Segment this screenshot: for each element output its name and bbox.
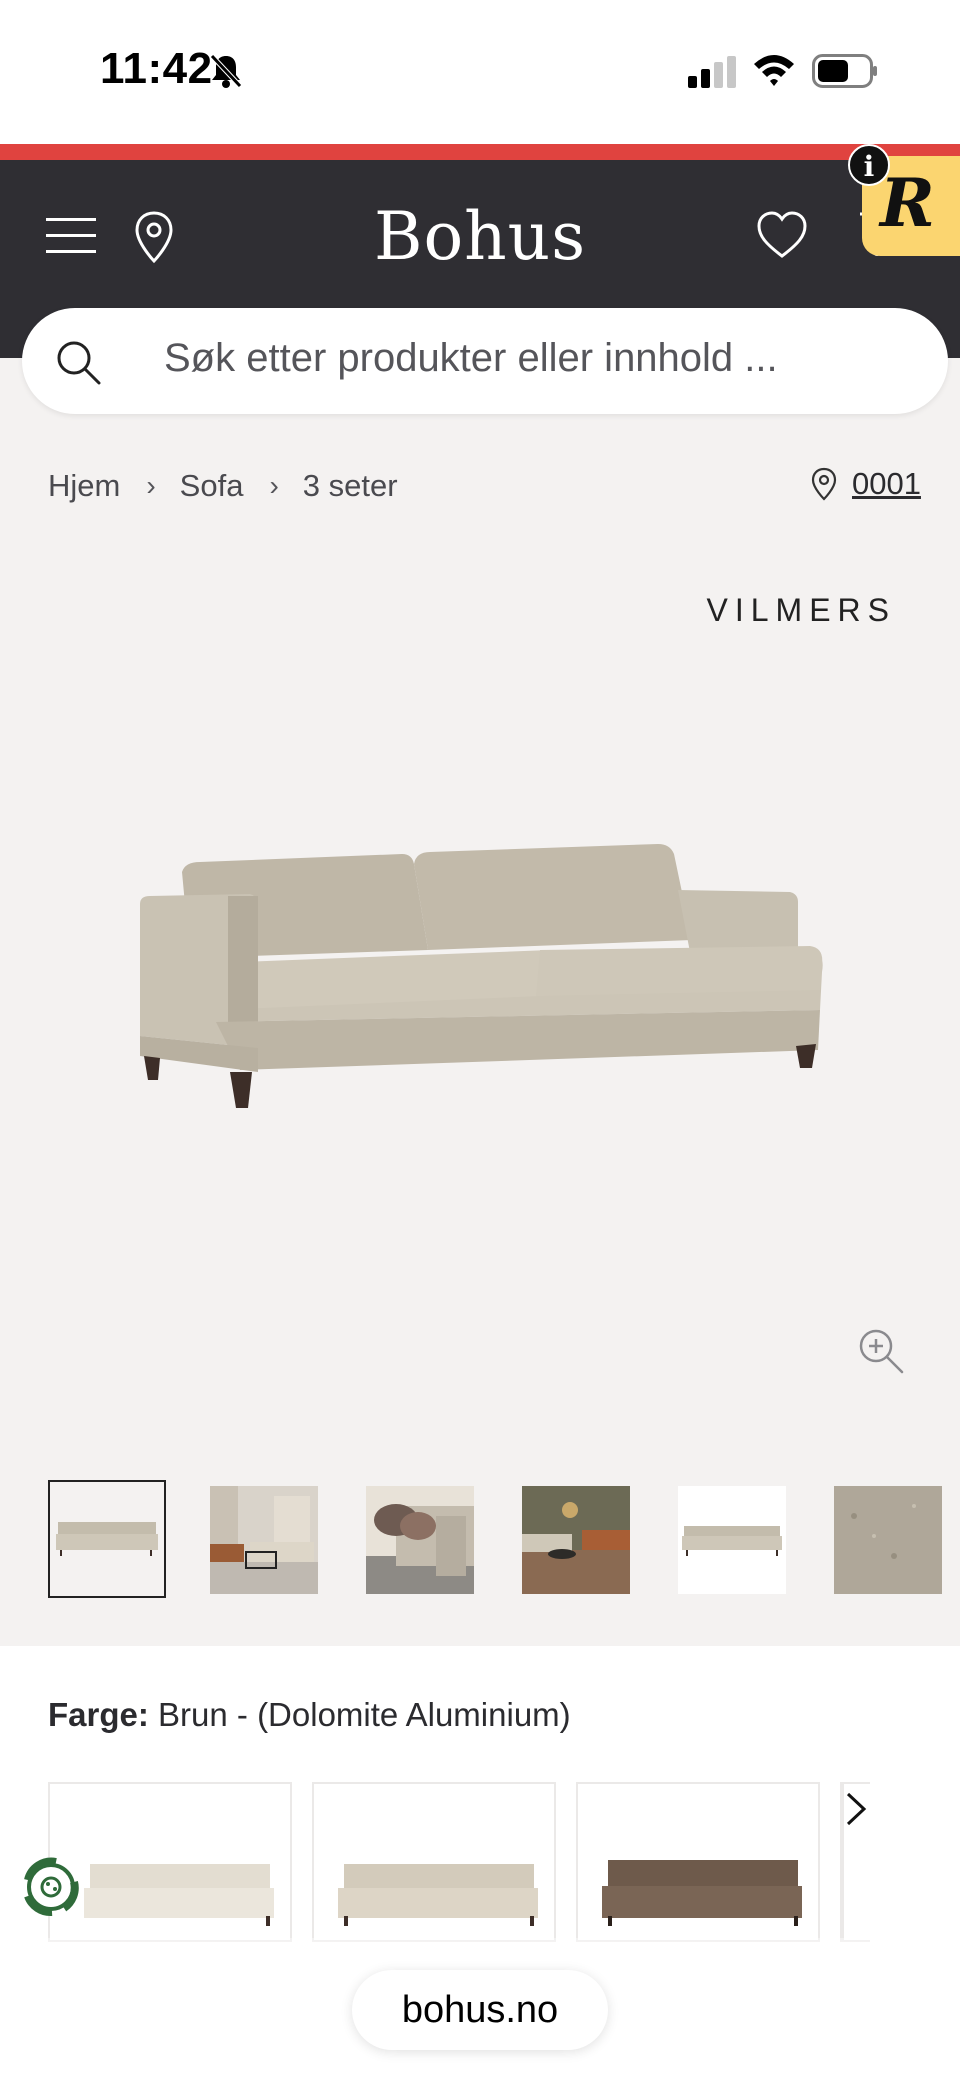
product-brand[interactable]: VILMERS	[707, 592, 896, 629]
thumbnail-5[interactable]	[678, 1486, 786, 1594]
store-number: 0001	[852, 466, 921, 501]
search-icon	[57, 341, 101, 385]
store-selector[interactable]: 0001	[810, 466, 921, 502]
battery-icon	[812, 54, 877, 88]
bohus-logo[interactable]: Bohus	[0, 198, 960, 275]
color-label-key: Farge:	[48, 1696, 149, 1733]
thumbnail-3[interactable]	[366, 1486, 474, 1594]
color-label-value: Brun - (Dolomite Aluminium)	[158, 1696, 571, 1733]
breadcrumb-sofa[interactable]: Sofa	[180, 468, 244, 504]
chevron-right-icon: ›	[146, 470, 156, 501]
thumbnail-2[interactable]	[210, 1486, 318, 1594]
info-icon[interactable]: i	[848, 144, 890, 186]
thumbnail-1[interactable]	[48, 1480, 166, 1598]
color-swatch-beige[interactable]	[312, 1782, 556, 1942]
thumbnail-6[interactable]	[834, 1486, 942, 1594]
color-swatch-list	[48, 1782, 870, 1942]
chevron-right-icon[interactable]	[838, 1790, 872, 1828]
breadcrumb-home[interactable]: Hjem	[48, 468, 120, 504]
zoom-in-icon[interactable]	[858, 1328, 904, 1374]
color-label: Farge: Brun - (Dolomite Aluminium)	[48, 1696, 571, 1734]
breadcrumb: Hjem › Sofa › 3 seter	[48, 466, 398, 506]
location-pin-icon	[811, 467, 837, 501]
bell-muted-icon	[210, 54, 242, 88]
page: 11:42 Bohus R i Søk etter produkter elle…	[0, 0, 960, 2081]
thumbnail-strip	[48, 1478, 960, 1598]
color-swatch-brown[interactable]	[576, 1782, 820, 1942]
search-input[interactable]: Søk etter produkter eller innhold ...	[22, 308, 948, 414]
status-time: 11:42	[100, 44, 213, 93]
wishlist-heart-icon[interactable]	[756, 210, 808, 260]
breadcrumb-3-seter[interactable]: 3 seter	[303, 468, 398, 504]
status-bar: 11:42	[0, 0, 960, 144]
chevron-right-icon: ›	[269, 470, 279, 501]
cellular-signal-icon	[688, 56, 736, 88]
thumbnail-4[interactable]	[522, 1486, 630, 1594]
search-placeholder: Søk etter produkter eller innhold ...	[164, 336, 778, 380]
promo-strip	[0, 144, 960, 160]
wifi-icon	[754, 55, 794, 86]
browser-url-bar[interactable]: bohus.no	[352, 1970, 608, 2050]
product-image-sofa[interactable]	[130, 840, 830, 1140]
recycle-badge-icon[interactable]	[16, 1852, 86, 1922]
